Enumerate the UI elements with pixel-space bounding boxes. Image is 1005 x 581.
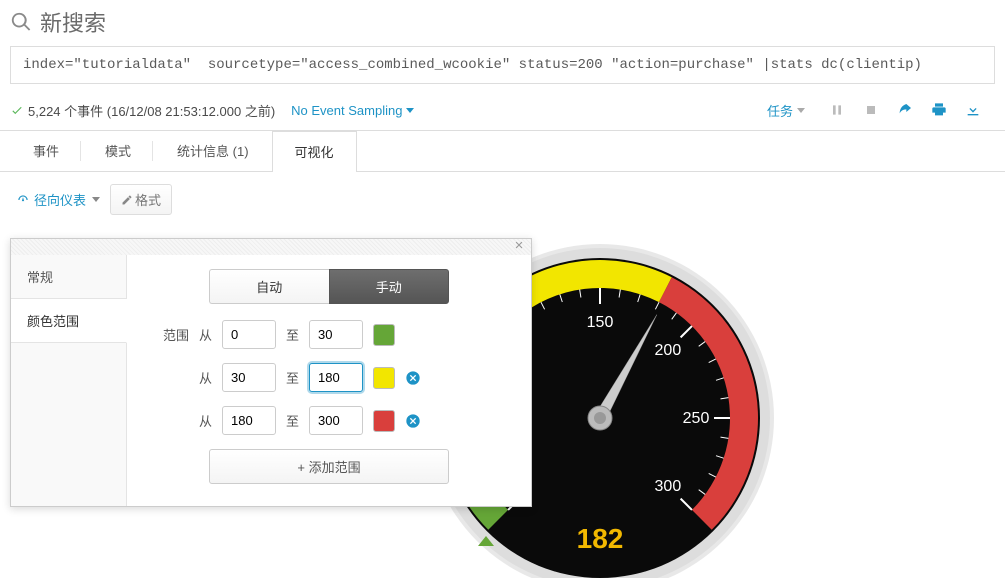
from-label: 从	[199, 411, 212, 430]
caret-down-icon	[92, 197, 100, 202]
tab-patterns[interactable]: 模式	[82, 131, 154, 171]
to-label: 至	[286, 325, 299, 344]
color-swatch-red[interactable]	[373, 410, 395, 432]
page-title: 新搜索	[40, 6, 106, 38]
stop-button[interactable]	[857, 98, 885, 122]
svg-text:150: 150	[587, 314, 614, 331]
sampling-label: No Event Sampling	[291, 103, 402, 118]
viz-type-dropdown[interactable]: 径向仪表	[16, 190, 100, 209]
tab-visualization[interactable]: 可视化	[272, 131, 357, 172]
to-label: 至	[286, 368, 299, 387]
svg-text:300: 300	[655, 478, 682, 495]
tab-events[interactable]: 事件	[10, 131, 82, 171]
range-header-label: 范围	[145, 325, 189, 344]
task-dropdown[interactable]: 任务	[767, 101, 805, 120]
from-label: 从	[199, 325, 212, 344]
check-icon	[10, 103, 24, 117]
caret-down-icon	[406, 108, 414, 113]
format-label: 格式	[135, 190, 161, 209]
search-input[interactable]: index="tutorialdata" sourcetype="access_…	[10, 46, 995, 84]
format-popup: × 常规 颜色范围 自动 手动 范围 从 至 从 至	[10, 238, 532, 507]
range-from-input[interactable]	[222, 363, 276, 392]
mode-manual-button[interactable]: 手动	[329, 269, 450, 304]
color-swatch-yellow[interactable]	[373, 367, 395, 389]
pencil-icon	[121, 194, 133, 206]
to-label: 至	[286, 411, 299, 430]
pause-button[interactable]	[823, 98, 851, 122]
caret-down-icon	[797, 108, 805, 113]
sidebar-item-general[interactable]: 常规	[11, 255, 126, 299]
sidebar-item-color-range[interactable]: 颜色范围	[11, 299, 127, 343]
range-to-input[interactable]	[309, 406, 363, 435]
color-swatch-green[interactable]	[373, 324, 395, 346]
popup-drag-handle[interactable]: ×	[11, 239, 531, 255]
range-from-input[interactable]	[222, 320, 276, 349]
range-to-input[interactable]	[309, 363, 363, 392]
viz-type-label: 径向仪表	[34, 190, 86, 209]
gauge-icon	[16, 193, 30, 207]
svg-text:200: 200	[655, 342, 682, 359]
close-button[interactable]: ×	[511, 239, 527, 255]
export-button[interactable]	[959, 98, 987, 122]
print-button[interactable]	[925, 98, 953, 122]
svg-text:250: 250	[683, 410, 710, 427]
tab-stats[interactable]: 统计信息 (1)	[154, 131, 272, 171]
event-count: 5,224 个事件 (16/12/08 21:53:12.000 之前)	[28, 101, 275, 120]
sampling-dropdown[interactable]: No Event Sampling	[291, 103, 414, 118]
from-label: 从	[199, 368, 212, 387]
remove-range-button[interactable]	[405, 413, 421, 429]
range-from-input[interactable]	[222, 406, 276, 435]
share-button[interactable]	[891, 98, 919, 122]
search-icon	[10, 11, 32, 33]
format-dropdown[interactable]: 格式	[110, 184, 172, 215]
task-label: 任务	[767, 101, 793, 120]
add-range-button[interactable]: + 添加范围	[209, 449, 449, 484]
svg-text:182: 182	[577, 523, 624, 554]
mode-auto-button[interactable]: 自动	[209, 269, 329, 304]
remove-range-button[interactable]	[405, 370, 421, 386]
range-to-input[interactable]	[309, 320, 363, 349]
